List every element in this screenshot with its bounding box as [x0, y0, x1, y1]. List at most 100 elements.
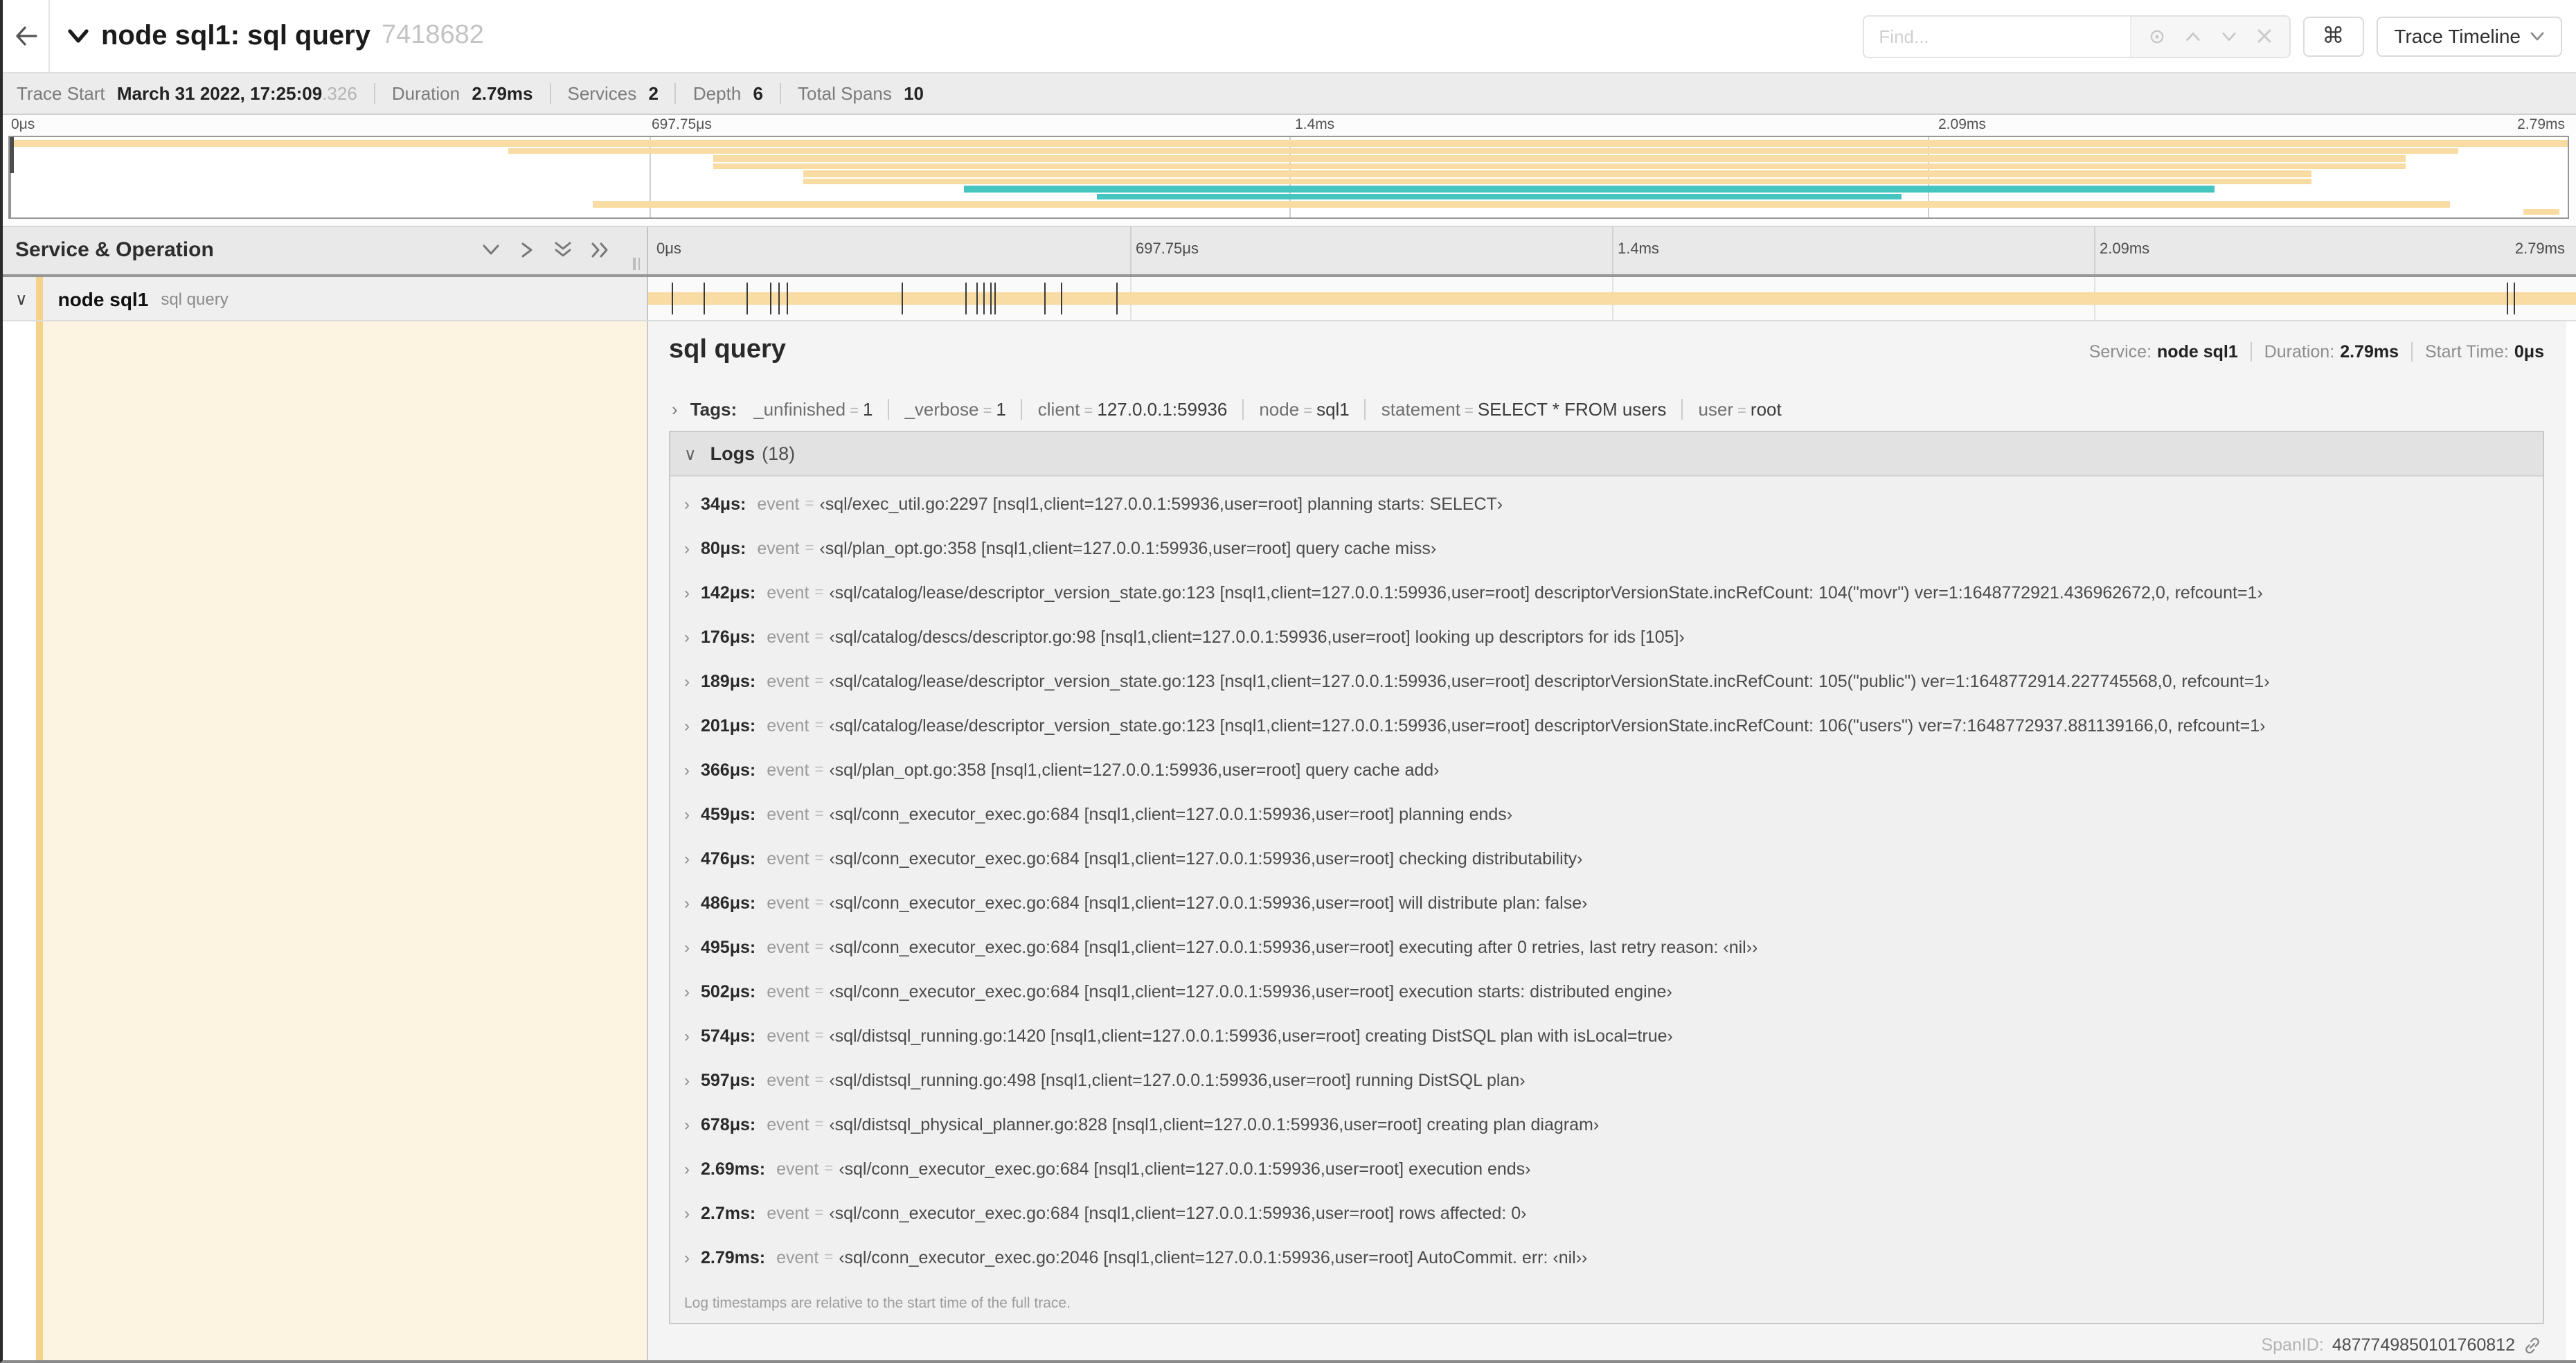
log-entry-row[interactable]: › 34μs: event = ‹sql/exec_util.go:2297 [nsql…: [681, 482, 2529, 526]
log-field-key: event: [767, 672, 810, 691]
tag-item[interactable]: _verbose = 1: [904, 399, 1005, 420]
page-title: node sql1: sql query: [101, 20, 370, 51]
log-entry-row[interactable]: › 2.79ms: event = ‹sql/conn_executor_exec.go…: [681, 1236, 2529, 1280]
log-marker-tick: [901, 283, 903, 314]
span-detail-indent-fill: [43, 321, 647, 1360]
minimap-tick-labels: 0μs 697.75μs 1.4ms 2.09ms 2.79ms: [3, 115, 2576, 136]
expand-all-icon[interactable]: [590, 241, 611, 259]
log-entry-row[interactable]: › 366μs: event = ‹sql/plan_opt.go:358 [nsql1…: [681, 748, 2529, 792]
tag-item[interactable]: statement = SELECT * FROM users: [1381, 399, 1667, 420]
minimap-span-bar: [713, 155, 2406, 162]
log-entry-row[interactable]: › 189μs: event = ‹sql/catalog/lease/descript…: [681, 659, 2529, 704]
chevron-right-icon: ›: [684, 1115, 690, 1134]
summary-item-value: 2: [648, 83, 659, 104]
trace-view-selector[interactable]: Trace Timeline: [2376, 16, 2562, 56]
log-field-key: event: [776, 1248, 819, 1267]
log-equals: =: [814, 1205, 824, 1222]
keyboard-shortcuts-button[interactable]: ⌘: [2302, 16, 2364, 56]
summary-item-label: Total Spans: [798, 83, 897, 104]
log-timestamp: 597μs:: [701, 1071, 756, 1090]
log-field-value: ‹sql/catalog/lease/descriptor_version_st…: [829, 716, 2266, 736]
tag-item[interactable]: client = 127.0.0.1:59936: [1038, 399, 1228, 420]
log-equals: =: [814, 629, 824, 645]
chevron-right-icon: ›: [684, 1071, 690, 1090]
log-entry-row[interactable]: › 459μs: event = ‹sql/conn_executor_exec.go:…: [681, 792, 2529, 837]
span-detail-meta: Service: node sql1 Duration: 2.79ms Start …: [2089, 342, 2544, 362]
log-entry-row[interactable]: › 142μs: event = ‹sql/catalog/lease/descript…: [681, 571, 2529, 615]
timeline-header: Service & Operation 0μs 697.75μs 1.4ms 2.09…: [3, 226, 2576, 277]
timeline-gridline: [2094, 227, 2095, 274]
log-field-key: event: [757, 539, 800, 558]
span-row-name-cell[interactable]: ∨ node sql1 sql query: [3, 277, 648, 320]
span-row-timeline-cell[interactable]: [648, 277, 2576, 320]
top-controls: ⌘ Trace Timeline: [1862, 15, 2562, 57]
locate-icon[interactable]: [2147, 27, 2165, 45]
chevron-right-icon: ›: [684, 805, 690, 824]
clear-search-icon[interactable]: [2255, 28, 2272, 44]
log-entry-row[interactable]: › 201μs: event = ‹sql/catalog/lease/descript…: [681, 704, 2529, 748]
log-timestamp: 366μs:: [701, 760, 756, 780]
summary-item-label: Trace Start: [17, 83, 110, 104]
find-input[interactable]: [1863, 16, 2130, 56]
log-entry-row[interactable]: › 502μs: event = ‹sql/conn_executor_exec.go:…: [681, 970, 2529, 1014]
back-button[interactable]: [3, 0, 50, 72]
tag-item[interactable]: user = root: [1698, 399, 1781, 420]
log-equals: =: [814, 762, 824, 778]
log-field-key: event: [767, 805, 810, 824]
log-equals: =: [824, 1161, 834, 1177]
chevron-right-icon: ›: [684, 982, 690, 1001]
tag-item[interactable]: node = sql1: [1259, 399, 1349, 420]
collapse-all-icon[interactable]: [553, 241, 573, 259]
tag-key: statement: [1381, 399, 1460, 420]
prev-match-icon[interactable]: [2183, 27, 2201, 45]
log-marker-tick: [990, 283, 992, 314]
find-group: [1862, 15, 2291, 57]
logs-header[interactable]: ∨ Logs (18): [670, 432, 2543, 476]
chevron-right-icon: ›: [684, 539, 690, 558]
log-field-key: event: [767, 982, 810, 1001]
log-marker-tick: [769, 283, 771, 314]
log-field-key: event: [767, 583, 810, 603]
log-entry-row[interactable]: › 486μs: event = ‹sql/conn_executor_exec.go:…: [681, 881, 2529, 925]
tag-item[interactable]: _unfinished = 1: [753, 399, 873, 420]
column-resizer-grip[interactable]: [633, 258, 640, 270]
collapse-controls: [481, 241, 611, 259]
timeline-gridline: [1612, 227, 1613, 274]
tags-row[interactable]: › Tags: _unfinished = 1 _verbose = 1 client = 12…: [669, 389, 2544, 431]
log-entry-row[interactable]: › 574μs: event = ‹sql/distsql_running.go:142…: [681, 1014, 2529, 1058]
log-field-key: event: [767, 1026, 810, 1046]
log-entry-row[interactable]: › 476μs: event = ‹sql/conn_executor_exec.go:…: [681, 837, 2529, 881]
log-entry-row[interactable]: › 2.69ms: event = ‹sql/conn_executor_exec.go…: [681, 1147, 2529, 1191]
log-entry-row[interactable]: › 176μs: event = ‹sql/catalog/descs/descript…: [681, 615, 2529, 659]
minimap-viewport-handle[interactable]: [10, 137, 14, 173]
chevron-right-icon: ›: [684, 627, 690, 647]
chevron-down-icon[interactable]: ∨: [15, 289, 28, 308]
log-marker-tick: [965, 283, 967, 314]
log-entry-row[interactable]: › 80μs: event = ‹sql/plan_opt.go:358 [nsql1,…: [681, 526, 2529, 571]
minimap-span-bar: [803, 178, 2312, 185]
log-equals: =: [814, 806, 824, 823]
span-detail-card: sql query Service: node sql1 Duration: 2.7…: [648, 321, 2566, 1360]
tag-divider: [888, 399, 890, 420]
log-entry-row[interactable]: › 678μs: event = ‹sql/distsql_physical_plann…: [681, 1103, 2529, 1147]
minimap-canvas[interactable]: [8, 136, 2569, 219]
trace-title-group[interactable]: node sql1: sql query 7418682: [68, 20, 484, 52]
log-field-value: ‹sql/conn_executor_exec.go:684 [nsql1,cl…: [829, 982, 1672, 1001]
log-marker-tick: [746, 283, 748, 314]
next-match-icon[interactable]: [2219, 27, 2237, 45]
log-equals: =: [814, 718, 824, 734]
summary-item-label: Duration: [391, 83, 465, 104]
log-entry-row[interactable]: › 597μs: event = ‹sql/distsql_running.go:498…: [681, 1058, 2529, 1103]
tag-key: _unfinished: [753, 399, 846, 420]
log-entry-row[interactable]: › 2.7ms: event = ‹sql/conn_executor_exec.go:…: [681, 1191, 2529, 1236]
log-entry-row[interactable]: › 495μs: event = ‹sql/conn_executor_exec.go:…: [681, 925, 2529, 970]
log-field-key: event: [767, 1204, 810, 1223]
link-icon[interactable]: [2523, 1336, 2541, 1354]
expand-one-icon[interactable]: [518, 241, 536, 259]
tag-equals: =: [850, 403, 859, 420]
span-duration-bar[interactable]: [648, 292, 2576, 305]
span-id-label: SpanID:: [2261, 1335, 2324, 1355]
span-row: ∨ node sql1 sql query: [3, 277, 2576, 321]
collapse-one-icon[interactable]: [481, 241, 501, 259]
tag-value: root: [1750, 399, 1782, 420]
